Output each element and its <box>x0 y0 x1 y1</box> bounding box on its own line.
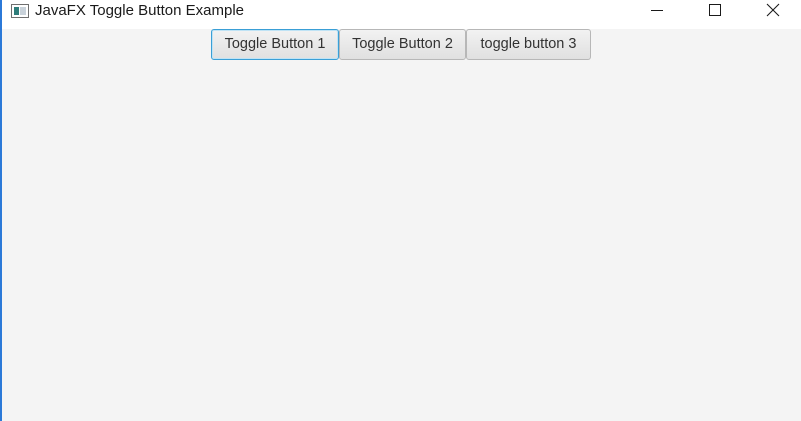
toggle-button-2[interactable]: Toggle Button 2 <box>339 29 466 60</box>
maximize-icon <box>709 4 721 16</box>
close-button[interactable] <box>749 0 795 22</box>
toggle-button-group: Toggle Button 1 Toggle Button 2 toggle b… <box>211 29 591 60</box>
title-bar[interactable]: JavaFX Toggle Button Example <box>2 0 801 29</box>
close-icon <box>766 3 780 17</box>
toggle-button-1[interactable]: Toggle Button 1 <box>211 29 339 60</box>
minimize-icon <box>651 10 663 11</box>
application-window-icon[interactable] <box>11 4 29 18</box>
app-window: JavaFX Toggle Button Example Toggle Butt… <box>0 0 801 421</box>
window-title: JavaFX Toggle Button Example <box>35 2 245 19</box>
scene-content: Toggle Button 1 Toggle Button 2 toggle b… <box>2 29 801 421</box>
maximize-button[interactable] <box>692 0 738 22</box>
toggle-button-3[interactable]: toggle button 3 <box>466 29 591 60</box>
minimize-button[interactable] <box>634 0 680 22</box>
